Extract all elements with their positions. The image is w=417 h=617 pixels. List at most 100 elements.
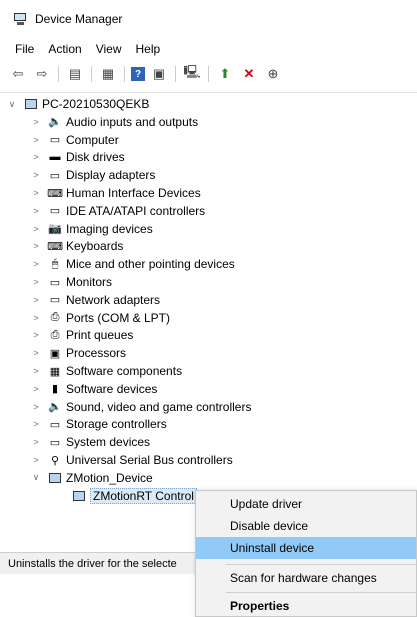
toolbar-separator — [58, 66, 59, 82]
menu-help[interactable]: Help — [129, 38, 168, 60]
tree-category[interactable]: > ▣ Processors — [0, 344, 417, 362]
help-icon[interactable]: ? — [131, 67, 145, 81]
category-icon: ⎙ — [50, 311, 60, 324]
chevron-right-icon[interactable]: > — [30, 188, 42, 198]
tree-category[interactable]: > ▮ Software devices — [0, 380, 417, 398]
chevron-right-icon[interactable]: > — [30, 419, 42, 429]
ctx-scan-hardware[interactable]: Scan for hardware changes — [196, 567, 416, 589]
tree-category[interactable]: > ⎙ Ports (COM & LPT) — [0, 309, 417, 327]
category-icon: ▣ — [49, 347, 61, 360]
tree-category[interactable]: > 📷 Imaging devices — [0, 220, 417, 238]
chevron-right-icon[interactable]: > — [30, 170, 42, 180]
ctx-update-driver[interactable]: Update driver — [196, 493, 416, 515]
tree-category[interactable]: > ▭ IDE ATA/ATAPI controllers — [0, 202, 417, 220]
menu-file[interactable]: File — [8, 38, 41, 60]
forward-icon[interactable]: ⇨ — [32, 64, 52, 84]
chevron-right-icon[interactable]: > — [30, 330, 42, 340]
download-icon[interactable]: ⊕ — [263, 64, 283, 84]
scan-hardware-icon[interactable]: 🖳 — [182, 64, 202, 84]
show-hide-console-tree-icon[interactable]: ▤ — [65, 64, 85, 84]
chevron-right-icon[interactable]: > — [30, 224, 42, 234]
category-icon: ▭ — [49, 294, 61, 307]
tree-root[interactable]: ∨ PC-20210530QEKB — [0, 95, 417, 113]
chevron-right-icon[interactable]: > — [30, 384, 42, 394]
category-label: Software components — [66, 364, 183, 378]
category-label: Human Interface Devices — [66, 186, 201, 200]
tree-category[interactable]: > 🔈 Sound, video and game controllers — [0, 398, 417, 416]
ctx-disable-device[interactable]: Disable device — [196, 515, 416, 537]
back-icon[interactable]: ⇦ — [8, 64, 28, 84]
tree-category[interactable]: > ▦ Software components — [0, 362, 417, 380]
tree-category[interactable]: > ▭ Storage controllers — [0, 415, 417, 433]
properties-icon[interactable]: ▦ — [98, 64, 118, 84]
category-label: Print queues — [66, 328, 134, 343]
chevron-right-icon[interactable]: > — [30, 152, 42, 162]
tree-category[interactable]: > ▭ Computer — [0, 131, 417, 149]
category-label: Network adapters — [66, 292, 161, 307]
tree-category[interactable]: > 🖱 Mice and other pointing devices — [0, 255, 417, 273]
update-driver-icon[interactable]: ⬆ — [215, 64, 235, 84]
toolbar-separator — [208, 66, 209, 82]
tree-category[interactable]: > ▭ Network adapters — [0, 291, 417, 309]
chevron-right-icon[interactable]: > — [30, 259, 42, 269]
category-label: Display adapters — [66, 168, 156, 183]
chevron-right-icon[interactable]: > — [30, 135, 42, 145]
chevron-right-icon[interactable]: > — [30, 277, 42, 287]
category-label: Disk drives — [66, 150, 125, 165]
category-label: Imaging devices — [66, 221, 153, 236]
category-label: System devices — [66, 435, 151, 450]
tree-category[interactable]: > ⎙ Print queues — [0, 326, 417, 344]
chevron-right-icon[interactable]: > — [30, 348, 42, 358]
toolbar-separator — [175, 66, 176, 82]
chevron-right-icon[interactable]: > — [30, 455, 42, 465]
chevron-right-icon[interactable]: > — [30, 366, 42, 376]
category-icon: ⎙ — [50, 328, 60, 341]
menu-view[interactable]: View — [89, 38, 129, 60]
chevron-right-icon[interactable]: > — [30, 241, 42, 251]
ctx-properties[interactable]: Properties — [196, 595, 416, 617]
tree-category[interactable]: > ▭ System devices — [0, 433, 417, 451]
computer-icon — [24, 97, 38, 111]
category-label: IDE ATA/ATAPI controllers — [66, 203, 206, 218]
network-device-icon — [72, 489, 86, 503]
menu-bar: File Action View Help — [0, 38, 417, 60]
menu-action[interactable]: Action — [41, 38, 88, 60]
tree-category[interactable]: > ▬ Disk drives — [0, 148, 417, 166]
context-menu: Update driver Disable device Uninstall d… — [195, 490, 417, 617]
category-icon: 🖱 — [51, 257, 59, 270]
category-icon: 🔈 — [48, 116, 62, 129]
view-resources-icon[interactable]: ▣ — [149, 64, 169, 84]
tree-category[interactable]: > ▭ Monitors — [0, 273, 417, 291]
chevron-right-icon[interactable]: > — [30, 206, 42, 216]
network-device-icon — [48, 471, 62, 485]
chevron-right-icon[interactable]: > — [30, 437, 42, 447]
uninstall-icon[interactable]: ✕ — [239, 64, 259, 84]
category-icon: ⌨ — [47, 187, 63, 200]
chevron-right-icon[interactable]: > — [30, 402, 42, 412]
tree-category[interactable]: > 🔈 Audio inputs and outputs — [0, 113, 417, 131]
category-icon: ▮ — [51, 383, 59, 396]
chevron-right-icon[interactable]: > — [30, 313, 42, 323]
category-icon: ▭ — [49, 436, 61, 449]
category-icon: ▬ — [49, 151, 61, 164]
tree-category[interactable]: > ⌨ Keyboards — [0, 237, 417, 255]
toolbar-separator — [91, 66, 92, 82]
chevron-down-icon[interactable]: ∨ — [6, 99, 18, 110]
ctx-uninstall-device[interactable]: Uninstall device — [196, 537, 416, 559]
category-label: Audio inputs and outputs — [66, 114, 199, 129]
chevron-down-icon[interactable]: ∨ — [30, 472, 42, 483]
category-label: Ports (COM & LPT) — [66, 310, 171, 325]
category-label: Computer — [66, 132, 119, 147]
tree-category[interactable]: > ⌨ Human Interface Devices — [0, 184, 417, 202]
chevron-right-icon[interactable]: > — [30, 295, 42, 305]
title-bar: Device Manager — [0, 0, 417, 38]
tree-category-expanded[interactable]: ∨ ZMotion_Device — [0, 469, 417, 487]
chevron-right-icon[interactable]: > — [30, 117, 42, 127]
category-label: Processors — [66, 346, 127, 361]
tree-category[interactable]: > ⚲ Universal Serial Bus controllers — [0, 451, 417, 469]
toolbar-separator — [124, 66, 125, 82]
category-label: Keyboards — [66, 239, 124, 254]
tree-category[interactable]: > ▭ Display adapters — [0, 166, 417, 184]
category-icon: ▭ — [49, 134, 61, 147]
category-icon: ▭ — [49, 276, 61, 289]
